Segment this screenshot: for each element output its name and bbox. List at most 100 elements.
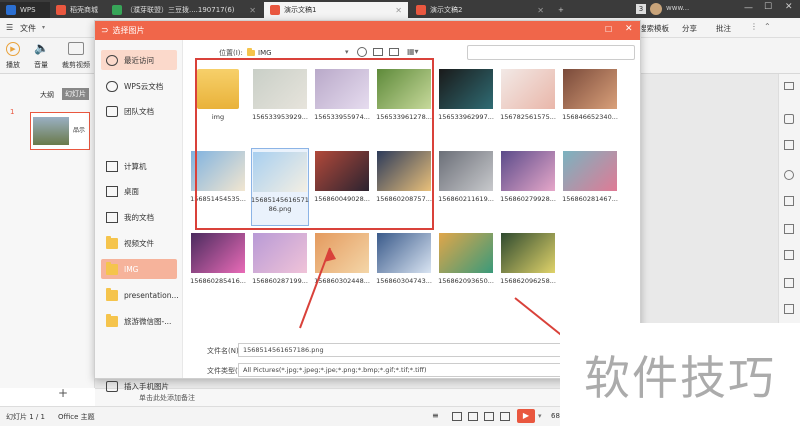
close-icon[interactable]: ✕ [249, 6, 256, 15]
maximize-button[interactable]: ☐ [605, 25, 612, 34]
avatar[interactable] [650, 3, 662, 15]
sidebar-item-my-documents[interactable]: 我的文档 [101, 207, 177, 227]
close-window-button[interactable]: ✕ [785, 2, 793, 12]
phone-icon [106, 380, 118, 392]
sorter-view-icon[interactable] [468, 412, 478, 421]
image-thumbnail [501, 69, 555, 109]
sidebar-item-team-docs[interactable]: 团队文档 [101, 101, 177, 121]
image-thumbnail [563, 69, 617, 109]
add-slide-button[interactable]: + [58, 386, 68, 400]
clip-video-button[interactable]: 裁剪视频 [62, 60, 90, 70]
image-file-item[interactable]: 156782561575... [499, 66, 557, 126]
slideshow-button[interactable]: ▶ [517, 409, 535, 423]
minimize-button[interactable]: — [744, 3, 753, 13]
transition-icon[interactable] [784, 224, 794, 234]
annotation-arrow-2 [514, 297, 566, 339]
chevron-down-icon[interactable]: ▾ [538, 412, 542, 420]
outline-view-icon[interactable] [500, 412, 510, 421]
file-name: 156860285416... [190, 277, 246, 285]
folder-icon [106, 287, 118, 301]
shape-icon[interactable] [784, 114, 794, 124]
wps-logo-icon [6, 5, 16, 15]
clip-video-icon[interactable] [68, 42, 84, 55]
sidebar-item-desktop[interactable]: 桌面 [101, 181, 177, 201]
volume-icon[interactable]: 🔈 [34, 41, 49, 55]
menu-file[interactable]: 文件 [20, 23, 36, 34]
tab-spreadsheet[interactable]: （濮芽联盟）三豆拨....190717(6) ✕ [106, 2, 262, 18]
new-tab-button[interactable]: + [552, 2, 566, 18]
volume-button[interactable]: 音量 [34, 60, 48, 70]
play-icon[interactable]: ▶ [6, 42, 20, 56]
new-folder-icon[interactable] [389, 48, 399, 56]
image-file-item[interactable]: 156860211619... [437, 148, 495, 208]
reading-view-icon[interactable] [484, 412, 494, 421]
sidebar-item-video-files[interactable]: 视频文件 [101, 233, 177, 253]
sidebar-item-recent[interactable]: 最近访问 [101, 50, 177, 70]
zoom-level[interactable]: 68 [551, 412, 560, 420]
search-input[interactable] [467, 45, 635, 60]
select-icon[interactable] [784, 82, 794, 90]
chevron-down-icon[interactable]: ▾ [42, 24, 45, 31]
file-name: 156860279928... [500, 195, 556, 203]
normal-view-icon[interactable] [452, 412, 462, 421]
presentation-icon [270, 5, 280, 15]
filename-label: 文件名(N): [207, 347, 242, 355]
image-icon[interactable] [784, 304, 794, 314]
image-file-item[interactable]: 156533962997... [437, 66, 495, 126]
slide-thumb-image [33, 117, 69, 145]
tab-wps[interactable]: WPS [0, 2, 50, 18]
copy-icon[interactable] [784, 140, 794, 150]
maximize-button[interactable]: ☐ [764, 2, 772, 12]
folder-icon [106, 235, 118, 249]
share-button[interactable]: 分享 [682, 23, 697, 34]
back-icon[interactable] [357, 47, 367, 57]
dialog-close-button[interactable]: ✕ [625, 24, 633, 34]
dialog-title-bar: ⊃ 选择图片 ☐ ✕ [95, 21, 640, 40]
chevron-up-icon[interactable]: ⌃ [764, 22, 771, 31]
image-file-item[interactable]: 156860285416... [189, 230, 247, 290]
image-thumbnail [439, 151, 493, 191]
chevron-down-icon[interactable]: ▾ [345, 48, 349, 56]
image-file-item[interactable]: 156846652340... [561, 66, 619, 126]
tab-presentation-2[interactable]: 演示文稿2 ✕ [410, 2, 550, 18]
menu-icon[interactable]: ☰ [6, 23, 13, 32]
sidebar-item-computer[interactable]: 计算机 [101, 156, 177, 176]
image-thumbnail [253, 233, 307, 273]
image-file-item[interactable]: 156860281467... [561, 148, 619, 208]
picture-icon: ⊃ [101, 25, 109, 36]
notes-toggle-icon[interactable]: ≡ [432, 411, 439, 420]
insert-phone-picture-button[interactable]: 插入手机图片 [101, 376, 177, 396]
sidebar-item-wps-cloud[interactable]: WPS云文档 [101, 76, 177, 96]
documents-icon [106, 211, 118, 223]
presentation-icon [416, 5, 426, 15]
annotate-button[interactable]: 批注 [716, 23, 731, 34]
highlight-box [195, 58, 434, 230]
up-folder-icon[interactable] [373, 48, 383, 56]
play-button[interactable]: 播放 [6, 60, 20, 70]
view-grid-icon[interactable]: ▦▾ [407, 47, 419, 56]
file-name: 156533962997... [438, 113, 494, 121]
annotation-arrows [299, 247, 566, 339]
spreadsheet-icon [112, 5, 122, 15]
close-icon[interactable]: ✕ [537, 6, 544, 15]
settings-icon[interactable] [784, 250, 794, 260]
tab-presentation-1[interactable]: 演示文稿1 ✕ [264, 2, 408, 18]
sidebar-item-img[interactable]: IMG [101, 259, 177, 279]
table-icon[interactable] [784, 278, 794, 288]
tab-outline[interactable]: 大纲 [40, 90, 54, 100]
slide-thumbnail[interactable]: 品示 [30, 112, 90, 150]
filetype-select[interactable]: All Pictures(*.jpg;*.jpeg;*.jpe;*.png;*.… [238, 363, 568, 377]
search-template-link[interactable]: 搜索模板 [639, 23, 669, 34]
image-file-item[interactable]: 156860279928... [499, 148, 557, 208]
image-thumbnail [191, 233, 245, 273]
tab-docer-store[interactable]: 稻壳商城 [50, 2, 106, 18]
tab-slides[interactable]: 幻灯片 [62, 88, 89, 100]
animation-icon[interactable] [784, 170, 794, 180]
user-name: www... [666, 4, 690, 12]
layout-icon[interactable] [784, 196, 794, 206]
sidebar-item-travel[interactable]: 旅游微信图-... [101, 311, 177, 331]
close-icon[interactable]: ✕ [395, 6, 402, 15]
more-icon[interactable]: ⋮ [750, 22, 758, 31]
slide-thumb-text: 品示 [73, 127, 86, 134]
sidebar-item-presentation[interactable]: presentation... [101, 285, 179, 305]
